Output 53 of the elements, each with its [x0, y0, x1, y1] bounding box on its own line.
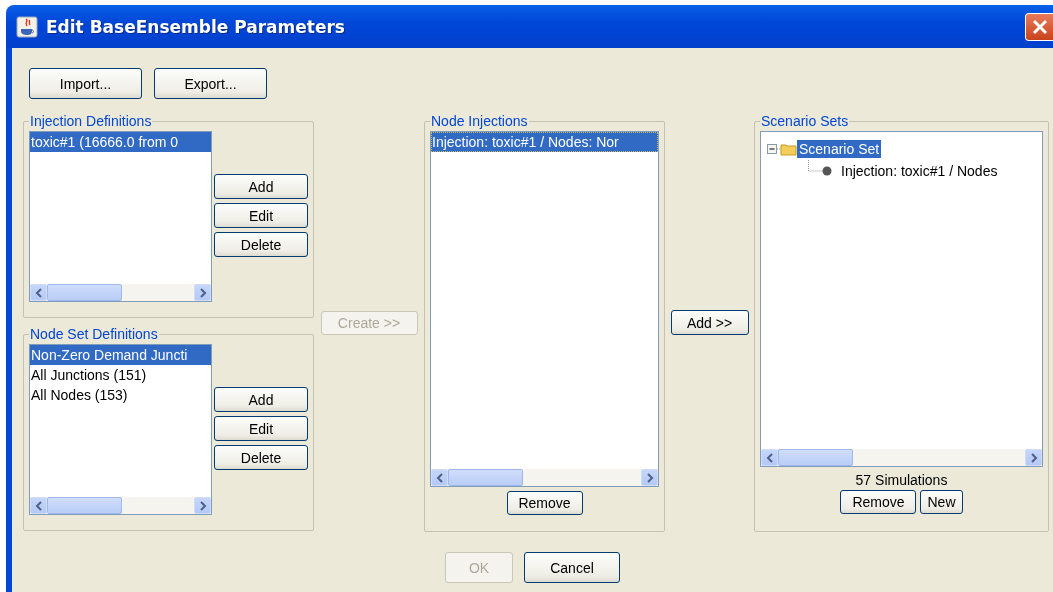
chevron-left-icon [765, 452, 774, 463]
horizontal-scrollbar[interactable] [761, 449, 1042, 466]
scroll-left-button[interactable] [30, 284, 47, 301]
horizontal-scrollbar[interactable] [30, 497, 211, 514]
button[interactable]: Add [214, 387, 308, 412]
group-title: Scenario Sets [760, 113, 850, 129]
button[interactable]: Cancel [524, 552, 620, 583]
button[interactable]: Remove [840, 490, 917, 514]
button[interactable]: New [920, 490, 963, 514]
scroll-right-button[interactable] [641, 469, 658, 486]
java-cup-icon [16, 15, 38, 38]
scroll-left-button[interactable] [761, 449, 778, 466]
chevron-left-icon [34, 500, 43, 511]
button[interactable]: Edit [214, 416, 308, 441]
tree-item[interactable]: Injection: toxic#1 / Nodes [839, 162, 1000, 180]
group-title: Node Injections [430, 113, 529, 129]
horizontal-scrollbar[interactable] [30, 284, 211, 301]
chevron-left-icon [435, 472, 444, 483]
scroll-right-button[interactable] [194, 284, 211, 301]
scroll-left-button[interactable] [431, 469, 448, 486]
scroll-right-button[interactable] [194, 497, 211, 514]
close-icon [1031, 18, 1048, 35]
list-item[interactable]: All Junctions (151) [30, 365, 211, 385]
chevron-right-icon [1029, 452, 1038, 463]
button[interactable]: Import... [29, 68, 142, 99]
list-item[interactable]: Non-Zero Demand Juncti [30, 345, 211, 365]
tree-item[interactable]: Scenario Set [797, 140, 882, 158]
chevron-right-icon [645, 472, 654, 483]
scrollbar-thumb[interactable] [47, 284, 122, 301]
close-button[interactable] [1025, 12, 1053, 41]
chevron-left-icon [34, 287, 43, 298]
group-title: Node Set Definitions [29, 326, 159, 342]
button[interactable]: Edit [214, 203, 308, 228]
list-item[interactable]: All Nodes (153) [30, 385, 211, 405]
scrollbar-thumb[interactable] [448, 469, 523, 486]
scrollbar-thumb[interactable] [778, 449, 853, 466]
simulation-count: 57 Simulations [854, 472, 949, 488]
list-item[interactable]: Injection: toxic#1 / Nodes: Nor [431, 132, 658, 152]
button[interactable]: Add [214, 174, 308, 199]
button[interactable]: Delete [214, 445, 308, 470]
scrollbar-thumb[interactable] [47, 497, 122, 514]
button[interactable]: Delete [214, 232, 308, 257]
window-title: Edit BaseEnsemble Parameters [46, 16, 346, 37]
chevron-right-icon [198, 287, 207, 298]
button[interactable]: Remove [506, 491, 583, 515]
group-title: Injection Definitions [29, 113, 153, 129]
button[interactable]: Export... [154, 68, 267, 99]
horizontal-scrollbar[interactable] [431, 469, 658, 486]
button[interactable]: Add >> [670, 310, 749, 335]
list-item[interactable]: toxic#1 (16666.0 from 0 [30, 132, 211, 152]
chevron-right-icon [198, 500, 207, 511]
scroll-left-button[interactable] [30, 497, 47, 514]
scroll-right-button[interactable] [1025, 449, 1042, 466]
